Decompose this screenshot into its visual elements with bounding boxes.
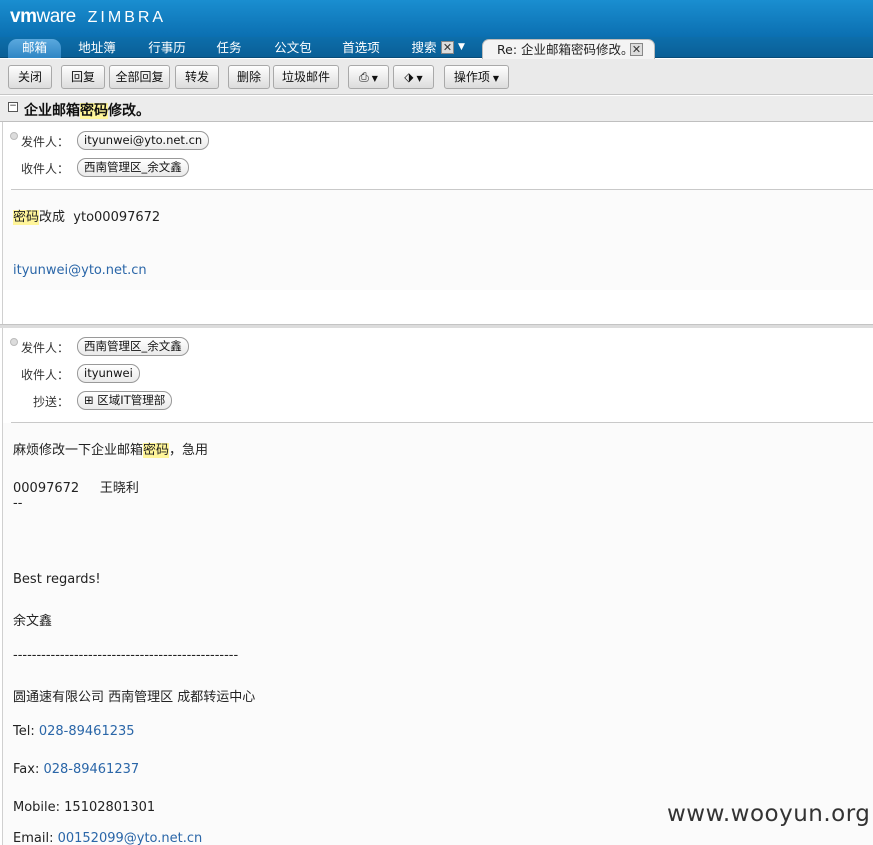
tag-button[interactable]: ⬗ ▼ (393, 65, 434, 89)
signature-tel: Tel: 028-89461235 (13, 724, 135, 739)
move-folder-button[interactable]: ⎙ ▼ (348, 65, 389, 89)
signature-email: Email: 00152099@yto.net.cn (13, 831, 203, 845)
forward-button[interactable]: 转发 (175, 65, 219, 89)
signature-company: 圆通速有限公司 西南管理区 成都转运中心 (13, 690, 256, 705)
tab-mail[interactable]: 邮箱 (8, 39, 61, 58)
tag-icon: ⬗ (404, 70, 414, 84)
signature-email-link[interactable]: ityunwei@yto.net.cn (13, 263, 147, 278)
conversation-header: − 企业邮箱密码修改。 (0, 96, 873, 122)
tab-contacts[interactable]: 地址簿 (70, 39, 124, 58)
cc-bubble[interactable]: ⊞ 区域IT管理部 (77, 391, 173, 410)
message-2: 发件人： 西南管理区_余文鑫 收件人： ityunwei 抄送： ⊞ 区域IT管… (2, 328, 873, 845)
close-button[interactable]: 关闭 (8, 65, 52, 89)
body-line-account: 00097672 王晓利 (13, 481, 139, 496)
vmware-zimbra-logo: vmware ZIMBRA (10, 6, 166, 28)
chevron-down-icon: ▼ (492, 74, 500, 83)
chevron-down-icon: ▼ (371, 74, 378, 83)
reply-all-button[interactable]: 全部回复 (109, 65, 170, 89)
delete-button[interactable]: 删除 (228, 65, 270, 89)
sender-bubble[interactable]: 西南管理区_余文鑫 (77, 337, 189, 356)
regards-line: Best regards! (13, 572, 101, 587)
chevron-down-icon: ▼ (416, 74, 423, 83)
message-1: 发件人： ityunwei@yto.net.cn 收件人： 西南管理区_余文鑫 … (2, 122, 873, 324)
reply-button[interactable]: 回复 (61, 65, 105, 89)
spam-button[interactable]: 垃圾邮件 (273, 65, 339, 89)
collapse-icon[interactable]: − (8, 102, 18, 112)
message-1-body: 密码改成 yto00097672 ityunwei@yto.net.cn (3, 190, 873, 290)
tab-briefcase[interactable]: 公文包 (266, 39, 320, 58)
to-label: 收件人： (20, 162, 69, 176)
actions-label: 操作项 (453, 70, 490, 84)
logo-zimbra: ZIMBRA (87, 9, 167, 26)
close-conversation-tab-icon[interactable]: ✕ (630, 43, 643, 56)
tel-link[interactable]: 028-89461235 (39, 724, 135, 739)
cc-name: 区域IT管理部 (97, 393, 166, 407)
app-tab-bar: 邮箱 地址簿 行事历 任务 公文包 首选项 搜索 ✕ ▼ (0, 37, 873, 58)
tab-preferences[interactable]: 首选项 (334, 39, 388, 58)
signature-fax: Fax: 028-89461237 (13, 762, 140, 777)
tab-calendar[interactable]: 行事历 (140, 39, 194, 58)
message-2-body: 麻烦修改一下企业邮箱密码，急用 00097672 王晓利 -- Best reg… (3, 423, 873, 845)
tab-tasks[interactable]: 任务 (208, 39, 250, 58)
tab-conversation-label: Re: 企业邮箱密码修改。 (497, 42, 634, 57)
conversation-subject: 企业邮箱密码修改。 (24, 103, 150, 119)
expand-group-icon: ⊞ (84, 393, 98, 407)
close-search-tab-icon[interactable]: ✕ (441, 41, 454, 54)
actions-button[interactable]: 操作项 ▼ (444, 65, 509, 89)
watermark: www.wooyun.org (667, 801, 871, 827)
tab-search[interactable]: 搜索 (404, 39, 444, 58)
app-header: vmware ZIMBRA (0, 0, 873, 37)
recipient-bubble[interactable]: ityunwei (77, 364, 140, 383)
message-toolbar: 关闭 回复 全部回复 转发 删除 垃圾邮件 ⎙ ▼ ⬗ ▼ 操作项 ▼ (0, 59, 873, 95)
from-label: 发件人： (20, 135, 69, 149)
sender-bubble[interactable]: ityunwei@yto.net.cn (77, 131, 210, 150)
to-label: 收件人： (20, 368, 69, 382)
logo-vm: vm (10, 6, 37, 27)
fax-link[interactable]: 028-89461237 (43, 762, 139, 777)
tab-conversation[interactable]: Re: 企业邮箱密码修改。 ✕ (482, 39, 655, 60)
body-line-request: 麻烦修改一下企业邮箱密码，急用 (13, 443, 209, 458)
email-link[interactable]: 00152099@yto.net.cn (58, 831, 203, 845)
folder-move-icon: ⎙ (359, 70, 369, 84)
signature-mobile: Mobile: 15102801301 (13, 800, 156, 815)
signature-name: 余文鑫 (13, 614, 53, 629)
signature-dashes: ----------------------------------------… (13, 648, 239, 663)
cc-label: 抄送： (32, 395, 69, 409)
chevron-down-icon[interactable]: ▼ (458, 42, 465, 52)
signature-delimiter: -- (13, 496, 23, 511)
recipient-bubble[interactable]: 西南管理区_余文鑫 (77, 158, 189, 177)
logo-ware: ware (36, 6, 76, 27)
from-label: 发件人： (20, 341, 69, 355)
body-text: 密码改成 yto00097672 (13, 210, 161, 225)
